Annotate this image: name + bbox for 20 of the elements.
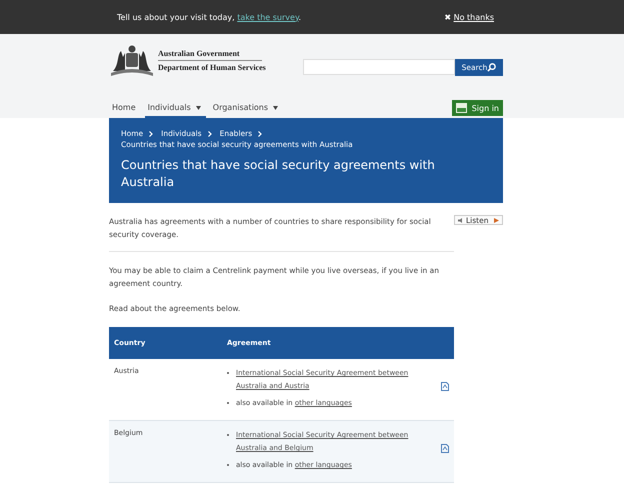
survey-message: Tell us about your visit today, take the survey. bbox=[117, 12, 302, 22]
chevron-icon bbox=[208, 130, 212, 136]
government-name: Australian Government bbox=[158, 48, 262, 60]
chevron-icon bbox=[258, 130, 262, 136]
speaker-icon bbox=[458, 218, 463, 222]
card-icon bbox=[456, 103, 467, 113]
play-icon bbox=[494, 218, 500, 222]
nav-item[interactable]: Organisations bbox=[210, 103, 284, 118]
nav-item[interactable]: Home bbox=[109, 103, 141, 118]
sign-in-button[interactable]: Sign in bbox=[452, 100, 503, 116]
dismiss-link[interactable]: ✖ No thanks bbox=[444, 12, 494, 22]
search-icon bbox=[487, 62, 496, 72]
chevron-icon bbox=[149, 130, 154, 136]
search-field[interactable] bbox=[303, 59, 455, 75]
pdf-icon bbox=[441, 382, 449, 391]
department-name: Department of Human Services bbox=[158, 62, 266, 72]
pdf-icon bbox=[441, 444, 449, 453]
page-title: Countries that have social security agreements with Australia bbox=[121, 157, 436, 191]
survey-link[interactable]: take the survey bbox=[237, 12, 299, 22]
coat-of-arms-drawing bbox=[109, 43, 155, 77]
